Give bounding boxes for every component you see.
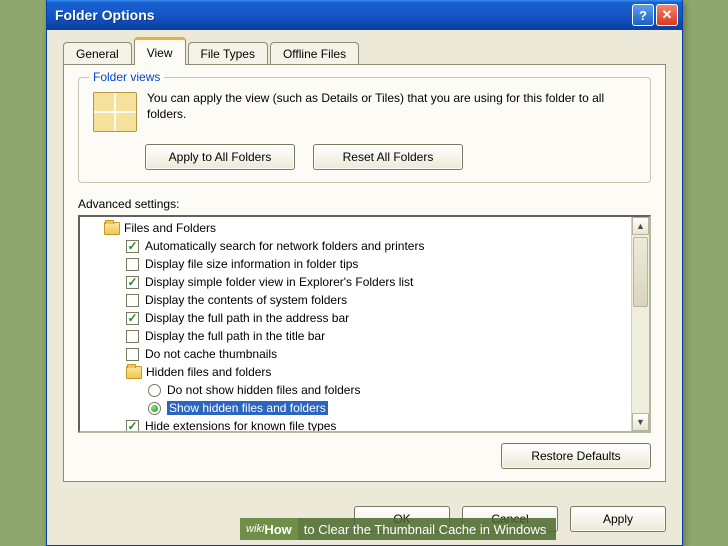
tree-item-label: Hidden files and folders (146, 365, 271, 379)
tree-item-label: Display simple folder view in Explorer's… (145, 275, 413, 289)
tree-item-label: Display the full path in the title bar (145, 329, 325, 343)
tree-item[interactable]: Hidden files and folders (82, 363, 631, 381)
scroll-down-button[interactable]: ▼ (632, 413, 649, 431)
tree-item-label: Show hidden files and folders (167, 401, 328, 415)
checkbox[interactable] (126, 348, 139, 361)
apply-all-folders-button[interactable]: Apply to All Folders (145, 144, 295, 170)
tree-item-label: Display the contents of system folders (145, 293, 347, 307)
titlebar[interactable]: Folder Options ? ✕ (47, 0, 682, 30)
folder-views-icon (93, 92, 137, 132)
tree-item[interactable]: Hide extensions for known file types (82, 417, 631, 431)
tree-root-label: Files and Folders (124, 221, 216, 235)
folder-views-group: Folder views You can apply the view (suc… (78, 77, 651, 183)
tab-offline[interactable]: Offline Files (270, 42, 359, 65)
tabstrip: General View File Types Offline Files (63, 40, 666, 65)
scrollbar[interactable]: ▲ ▼ (631, 217, 649, 431)
tab-view[interactable]: View (134, 37, 186, 65)
close-button[interactable]: ✕ (656, 4, 678, 26)
window-title: Folder Options (55, 7, 630, 23)
checkbox[interactable] (126, 276, 139, 289)
tree-item[interactable]: Automatically search for network folders… (82, 237, 631, 255)
radio[interactable] (148, 402, 161, 415)
scroll-thumb[interactable] (633, 237, 648, 307)
reset-all-folders-button[interactable]: Reset All Folders (313, 144, 463, 170)
close-icon: ✕ (662, 7, 673, 23)
folder-views-text: You can apply the view (such as Details … (147, 90, 638, 136)
tree-item[interactable]: Do not cache thumbnails (82, 345, 631, 363)
help-icon: ? (639, 8, 647, 23)
wikihow-logo: wikiHow (240, 518, 298, 540)
folder-icon (126, 366, 142, 379)
checkbox[interactable] (126, 294, 139, 307)
radio[interactable] (148, 384, 161, 397)
checkbox[interactable] (126, 312, 139, 325)
checkbox[interactable] (126, 240, 139, 253)
advanced-settings-tree[interactable]: Files and Folders Automatically search fo… (78, 215, 651, 433)
checkbox[interactable] (126, 420, 139, 432)
checkbox[interactable] (126, 258, 139, 271)
wikihow-caption: wikiHow to Clear the Thumbnail Cache in … (240, 518, 556, 540)
help-button[interactable]: ? (632, 4, 654, 26)
tree-item-label: Do not show hidden files and folders (167, 383, 360, 397)
tree-item[interactable]: Display file size information in folder … (82, 255, 631, 273)
tree-item-label: Display file size information in folder … (145, 257, 358, 271)
tree-item-label: Display the full path in the address bar (145, 311, 349, 325)
apply-button[interactable]: Apply (570, 506, 666, 532)
tree-item[interactable]: Display simple folder view in Explorer's… (82, 273, 631, 291)
tree-item-label: Do not cache thumbnails (145, 347, 277, 361)
tree-item[interactable]: Show hidden files and folders (82, 399, 631, 417)
scroll-track[interactable] (632, 235, 649, 413)
tree-root-files-and-folders[interactable]: Files and Folders (82, 219, 631, 237)
checkbox[interactable] (126, 330, 139, 343)
tab-filetypes[interactable]: File Types (188, 42, 268, 65)
tabpanel-view: Folder views You can apply the view (suc… (63, 64, 666, 482)
advanced-settings-label: Advanced settings: (78, 197, 651, 211)
folder-options-dialog: Folder Options ? ✕ General View File Typ… (46, 0, 683, 546)
restore-defaults-button[interactable]: Restore Defaults (501, 443, 651, 469)
tree-item[interactable]: Do not show hidden files and folders (82, 381, 631, 399)
tree-item-label: Automatically search for network folders… (145, 239, 424, 253)
scroll-up-button[interactable]: ▲ (632, 217, 649, 235)
wikihow-caption-text: to Clear the Thumbnail Cache in Windows (304, 522, 547, 537)
folder-icon (104, 222, 120, 235)
tree-item[interactable]: Display the contents of system folders (82, 291, 631, 309)
tree-item[interactable]: Display the full path in the title bar (82, 327, 631, 345)
tab-general[interactable]: General (63, 42, 132, 65)
tree-item[interactable]: Display the full path in the address bar (82, 309, 631, 327)
tree-item-label: Hide extensions for known file types (145, 419, 336, 431)
folder-views-legend: Folder views (89, 70, 164, 84)
